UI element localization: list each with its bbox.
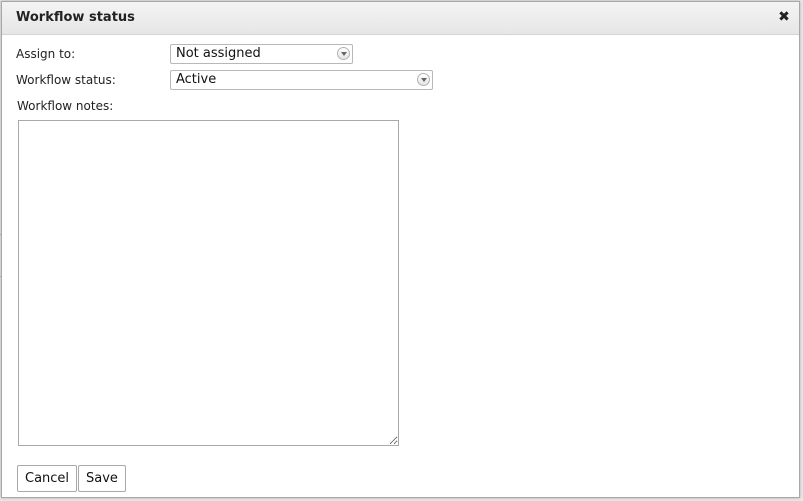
assign-to-select[interactable]: Not assigned — [170, 44, 353, 64]
workflow-notes-label: Workflow notes: — [17, 99, 114, 113]
chevron-down-icon — [417, 73, 430, 86]
workflow-status-dialog: Workflow status ✖ Assign to: Not assigne… — [1, 1, 800, 498]
workflow-status-select[interactable]: Active — [170, 70, 433, 90]
dialog-title: Workflow status — [16, 10, 135, 25]
assign-to-value: Not assigned — [176, 46, 261, 61]
workflow-status-value: Active — [176, 72, 217, 87]
save-button[interactable]: Save — [78, 465, 126, 492]
workflow-notes-textarea[interactable] — [18, 120, 399, 446]
assign-to-label: Assign to: — [16, 47, 76, 61]
dialog-titlebar: Workflow status ✖ — [2, 2, 799, 35]
workflow-status-label: Workflow status: — [16, 73, 116, 87]
cancel-button[interactable]: Cancel — [17, 465, 78, 492]
chevron-down-icon — [337, 47, 350, 60]
close-icon[interactable]: ✖ — [776, 9, 792, 25]
